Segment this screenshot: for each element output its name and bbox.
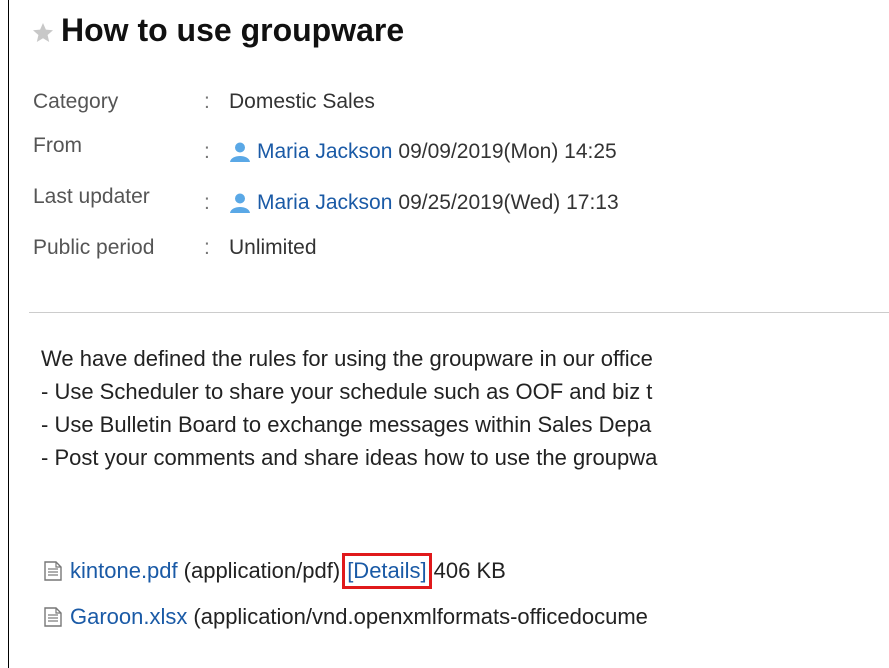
attachment-row: Garoon.xlsx (application/vnd.openxmlform… <box>44 598 648 636</box>
from-value: Maria Jackson 09/09/2019(Mon) 14:25 <box>229 140 617 164</box>
attachment-file-link[interactable]: kintone.pdf <box>70 558 178 584</box>
updater-user-link[interactable]: Maria Jackson <box>257 191 392 215</box>
category-value: Domestic Sales <box>229 90 375 113</box>
body-line: - Use Bulletin Board to exchange message… <box>41 412 652 437</box>
from-row: From : Maria Jackson 09/09/2019(Mon) 14:… <box>33 134 833 170</box>
user-icon <box>230 142 250 162</box>
public-period-value: Unlimited <box>229 236 317 259</box>
attachment-mime-type: (application/pdf) <box>183 558 341 583</box>
attachment-row: kintone.pdf (application/pdf) [Details] … <box>44 552 506 590</box>
category-label: Category <box>33 90 119 113</box>
page-title: How to use groupware <box>61 12 405 48</box>
user-icon <box>230 193 250 213</box>
attachment-file-link[interactable]: Garoon.xlsx <box>70 604 187 630</box>
divider <box>29 312 889 313</box>
public-period-colon: : <box>204 236 210 259</box>
attachment-size: 406 KB <box>433 558 506 583</box>
body-line: - Post your comments and share ideas how… <box>41 445 658 470</box>
updater-colon: : <box>204 191 210 214</box>
updater-value: Maria Jackson 09/25/2019(Wed) 17:13 <box>229 191 619 215</box>
post-detail-panel: How to use groupware Category : Domestic… <box>8 0 889 668</box>
details-link[interactable]: [Details] <box>347 558 426 583</box>
public-period-label: Public period <box>33 236 155 259</box>
post-body: We have defined the rules for using the … <box>41 342 657 474</box>
from-user-link[interactable]: Maria Jackson <box>257 140 392 164</box>
attachment-mime-type: (application/vnd.openxmlformats-officedo… <box>193 604 648 629</box>
category-colon: : <box>204 90 210 113</box>
updater-label: Last updater <box>33 185 150 208</box>
star-icon[interactable] <box>31 21 55 45</box>
document-icon <box>44 607 62 627</box>
details-highlight-box: [Details] <box>342 553 432 589</box>
body-line: We have defined the rules for using the … <box>41 346 653 371</box>
category-row: Category : Domestic Sales <box>33 90 733 120</box>
title-row: How to use groupware <box>31 12 404 49</box>
body-line: - Use Scheduler to share your schedule s… <box>41 379 653 404</box>
from-date: 09/09/2019(Mon) 14:25 <box>398 140 617 163</box>
from-label: From <box>33 134 82 157</box>
updater-row: Last updater : Maria Jackson 09/25/2019(… <box>33 185 833 221</box>
from-colon: : <box>204 140 210 163</box>
public-period-row: Public period : Unlimited <box>33 236 733 266</box>
document-icon <box>44 561 62 581</box>
updater-date: 09/25/2019(Wed) 17:13 <box>398 191 619 214</box>
